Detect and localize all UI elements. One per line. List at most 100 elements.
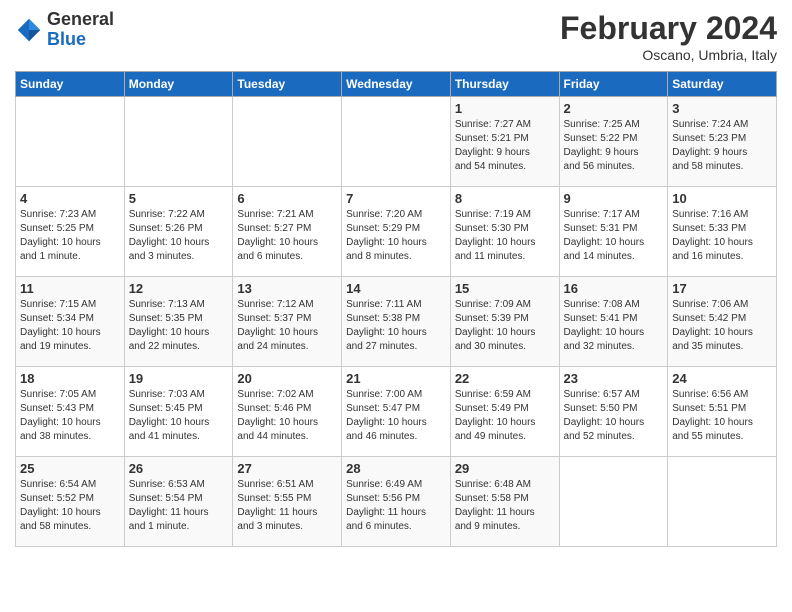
calendar-cell	[559, 457, 668, 547]
day-info: Sunrise: 7:08 AM Sunset: 5:41 PM Dayligh…	[564, 298, 664, 354]
day-info: Sunrise: 7:00 AM Sunset: 5:47 PM Dayligh…	[346, 388, 446, 444]
calendar-cell: 1 Sunrise: 7:27 AM Sunset: 5:21 PM Daylig…	[450, 97, 559, 187]
day-info: Sunrise: 7:05 AM Sunset: 5:43 PM Dayligh…	[20, 388, 120, 444]
calendar-cell: 5 Sunrise: 7:22 AM Sunset: 5:26 PM Daylig…	[124, 187, 233, 277]
day-number: 2	[564, 101, 664, 116]
calendar-cell: 17 Sunrise: 7:06 AM Sunset: 5:42 PM Dayli…	[668, 277, 777, 367]
calendar-cell: 24 Sunrise: 6:56 AM Sunset: 5:51 PM Dayli…	[668, 367, 777, 457]
calendar-cell: 12 Sunrise: 7:13 AM Sunset: 5:35 PM Dayli…	[124, 277, 233, 367]
calendar-cell	[233, 97, 342, 187]
day-header-tuesday: Tuesday	[233, 72, 342, 97]
calendar-cell: 16 Sunrise: 7:08 AM Sunset: 5:41 PM Dayli…	[559, 277, 668, 367]
logo-text: General Blue	[47, 10, 114, 50]
logo-blue: Blue	[47, 29, 86, 49]
logo-general: General	[47, 9, 114, 29]
day-number: 16	[564, 281, 664, 296]
calendar-cell: 21 Sunrise: 7:00 AM Sunset: 5:47 PM Dayli…	[342, 367, 451, 457]
day-number: 1	[455, 101, 555, 116]
week-row-1: 1 Sunrise: 7:27 AM Sunset: 5:21 PM Daylig…	[16, 97, 777, 187]
calendar-cell: 3 Sunrise: 7:24 AM Sunset: 5:23 PM Daylig…	[668, 97, 777, 187]
day-header-sunday: Sunday	[16, 72, 125, 97]
day-number: 18	[20, 371, 120, 386]
day-info: Sunrise: 7:03 AM Sunset: 5:45 PM Dayligh…	[129, 388, 229, 444]
day-info: Sunrise: 7:25 AM Sunset: 5:22 PM Dayligh…	[564, 118, 664, 174]
calendar-cell: 25Sunrise: 6:54 AM Sunset: 5:52 PM Dayli…	[16, 457, 125, 547]
location: Oscano, Umbria, Italy	[560, 47, 777, 63]
day-number: 21	[346, 371, 446, 386]
calendar-cell: 26 Sunrise: 6:53 AM Sunset: 5:54 PM Dayli…	[124, 457, 233, 547]
calendar-cell	[668, 457, 777, 547]
day-number: 4	[20, 191, 120, 206]
calendar-cell: 18 Sunrise: 7:05 AM Sunset: 5:43 PM Dayli…	[16, 367, 125, 457]
day-info: Sunrise: 7:23 AM Sunset: 5:25 PM Dayligh…	[20, 208, 120, 264]
day-info: Sunrise: 6:59 AM Sunset: 5:49 PM Dayligh…	[455, 388, 555, 444]
calendar-cell: 23 Sunrise: 6:57 AM Sunset: 5:50 PM Dayli…	[559, 367, 668, 457]
day-number: 23	[564, 371, 664, 386]
week-row-5: 25Sunrise: 6:54 AM Sunset: 5:52 PM Dayli…	[16, 457, 777, 547]
calendar-cell	[342, 97, 451, 187]
day-info: Sunrise: 6:51 AM Sunset: 5:55 PM Dayligh…	[237, 478, 337, 534]
day-number: 10	[672, 191, 772, 206]
day-number: 27	[237, 461, 337, 476]
week-row-4: 18 Sunrise: 7:05 AM Sunset: 5:43 PM Dayli…	[16, 367, 777, 457]
day-number: 5	[129, 191, 229, 206]
calendar-cell: 10 Sunrise: 7:16 AM Sunset: 5:33 PM Dayli…	[668, 187, 777, 277]
calendar-cell: 13 Sunrise: 7:12 AM Sunset: 5:37 PM Dayli…	[233, 277, 342, 367]
calendar-cell: 6Sunrise: 7:21 AM Sunset: 5:27 PM Daylig…	[233, 187, 342, 277]
day-header-monday: Monday	[124, 72, 233, 97]
calendar-cell: 14 Sunrise: 7:11 AM Sunset: 5:38 PM Dayli…	[342, 277, 451, 367]
calendar-cell: 11 Sunrise: 7:15 AM Sunset: 5:34 PM Dayli…	[16, 277, 125, 367]
calendar-cell: 8 Sunrise: 7:19 AM Sunset: 5:30 PM Daylig…	[450, 187, 559, 277]
day-info: Sunrise: 7:09 AM Sunset: 5:39 PM Dayligh…	[455, 298, 555, 354]
day-info: Sunrise: 7:13 AM Sunset: 5:35 PM Dayligh…	[129, 298, 229, 354]
month-title: February 2024	[560, 10, 777, 47]
calendar-cell: 22Sunrise: 6:59 AM Sunset: 5:49 PM Dayli…	[450, 367, 559, 457]
day-info: Sunrise: 7:02 AM Sunset: 5:46 PM Dayligh…	[237, 388, 337, 444]
calendar-cell: 20 Sunrise: 7:02 AM Sunset: 5:46 PM Dayli…	[233, 367, 342, 457]
day-info: Sunrise: 6:49 AM Sunset: 5:56 PM Dayligh…	[346, 478, 446, 534]
week-row-3: 11 Sunrise: 7:15 AM Sunset: 5:34 PM Dayli…	[16, 277, 777, 367]
day-info: Sunrise: 7:15 AM Sunset: 5:34 PM Dayligh…	[20, 298, 120, 354]
day-number: 8	[455, 191, 555, 206]
day-number: 12	[129, 281, 229, 296]
day-number: 24	[672, 371, 772, 386]
day-header-thursday: Thursday	[450, 72, 559, 97]
day-number: 3	[672, 101, 772, 116]
day-info: Sunrise: 6:48 AM Sunset: 5:58 PM Dayligh…	[455, 478, 555, 534]
day-info: Sunrise: 7:17 AM Sunset: 5:31 PM Dayligh…	[564, 208, 664, 264]
calendar-cell	[124, 97, 233, 187]
day-header-wednesday: Wednesday	[342, 72, 451, 97]
day-info: Sunrise: 7:11 AM Sunset: 5:38 PM Dayligh…	[346, 298, 446, 354]
calendar-cell: 15 Sunrise: 7:09 AM Sunset: 5:39 PM Dayli…	[450, 277, 559, 367]
day-number: 11	[20, 281, 120, 296]
day-number: 25	[20, 461, 120, 476]
page-header: General Blue February 2024 Oscano, Umbri…	[15, 10, 777, 63]
day-info: Sunrise: 7:24 AM Sunset: 5:23 PM Dayligh…	[672, 118, 772, 174]
day-info: Sunrise: 7:12 AM Sunset: 5:37 PM Dayligh…	[237, 298, 337, 354]
day-number: 13	[237, 281, 337, 296]
day-number: 20	[237, 371, 337, 386]
day-number: 19	[129, 371, 229, 386]
day-number: 6	[237, 191, 337, 206]
day-number: 15	[455, 281, 555, 296]
calendar-cell: 7Sunrise: 7:20 AM Sunset: 5:29 PM Daylig…	[342, 187, 451, 277]
day-info: Sunrise: 7:20 AM Sunset: 5:29 PM Dayligh…	[346, 208, 446, 264]
day-info: Sunrise: 6:57 AM Sunset: 5:50 PM Dayligh…	[564, 388, 664, 444]
header-row: SundayMondayTuesdayWednesdayThursdayFrid…	[16, 72, 777, 97]
day-info: Sunrise: 7:27 AM Sunset: 5:21 PM Dayligh…	[455, 118, 555, 174]
calendar-cell: 19 Sunrise: 7:03 AM Sunset: 5:45 PM Dayli…	[124, 367, 233, 457]
day-info: Sunrise: 7:22 AM Sunset: 5:26 PM Dayligh…	[129, 208, 229, 264]
day-number: 28	[346, 461, 446, 476]
calendar-cell: 2 Sunrise: 7:25 AM Sunset: 5:22 PM Daylig…	[559, 97, 668, 187]
day-info: Sunrise: 6:53 AM Sunset: 5:54 PM Dayligh…	[129, 478, 229, 534]
calendar-cell: 27 Sunrise: 6:51 AM Sunset: 5:55 PM Dayli…	[233, 457, 342, 547]
day-info: Sunrise: 7:06 AM Sunset: 5:42 PM Dayligh…	[672, 298, 772, 354]
day-number: 17	[672, 281, 772, 296]
calendar-cell: 9Sunrise: 7:17 AM Sunset: 5:31 PM Daylig…	[559, 187, 668, 277]
day-info: Sunrise: 7:19 AM Sunset: 5:30 PM Dayligh…	[455, 208, 555, 264]
day-number: 26	[129, 461, 229, 476]
day-info: Sunrise: 6:56 AM Sunset: 5:51 PM Dayligh…	[672, 388, 772, 444]
day-number: 14	[346, 281, 446, 296]
day-info: Sunrise: 7:16 AM Sunset: 5:33 PM Dayligh…	[672, 208, 772, 264]
calendar-cell: 29Sunrise: 6:48 AM Sunset: 5:58 PM Dayli…	[450, 457, 559, 547]
